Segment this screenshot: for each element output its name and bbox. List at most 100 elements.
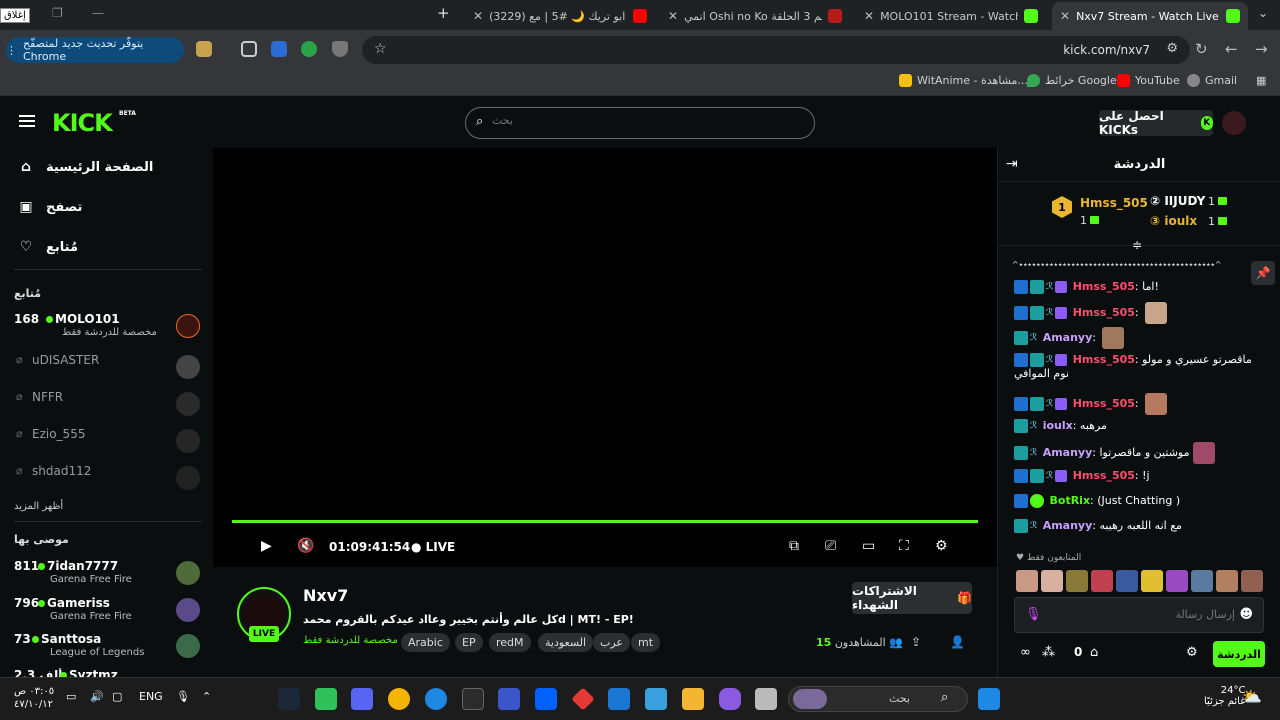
steam-icon[interactable] — [278, 688, 300, 710]
emote-button[interactable] — [1166, 570, 1188, 592]
sidebar-item-home[interactable]: ⌂ الصفحة الرئيسية — [18, 159, 153, 175]
emote-button[interactable] — [1141, 570, 1163, 592]
streamer-name[interactable]: Nxv7 — [303, 586, 348, 605]
language-indicator[interactable]: ENG — [139, 690, 163, 703]
recommended-channel[interactable]: 811 7idan7777 Garena Free Fire — [14, 559, 200, 591]
mute-icon[interactable]: 🔇 — [297, 538, 314, 554]
fullscreen-icon[interactable]: ⛶ — [899, 538, 909, 554]
microphone-icon[interactable]: 🎙 — [176, 690, 190, 703]
extensions-puzzle-icon[interactable] — [241, 41, 257, 57]
leaderboard-toggle-icon[interactable]: ≑ — [1132, 238, 1142, 252]
search-box[interactable]: ⌕ — [465, 107, 815, 139]
follow-user-icon[interactable]: 👤 — [950, 635, 965, 649]
tag-arabic[interactable]: Arabic — [401, 633, 450, 652]
emote-button[interactable] — [1016, 570, 1038, 592]
bookmark-maps[interactable]: خرائط Google — [1027, 74, 1117, 87]
minimize-window-icon[interactable]: — — [92, 6, 104, 20]
bookmark-youtube[interactable]: YouTube — [1117, 74, 1180, 87]
sidebar-item-browse[interactable]: ▣ تصفح — [18, 199, 82, 215]
kick-logo[interactable]: KICK — [52, 109, 113, 137]
app-icon[interactable] — [498, 688, 520, 710]
menu-hamburger-icon[interactable] — [19, 115, 35, 127]
discord-icon[interactable] — [351, 688, 373, 710]
file-explorer-icon[interactable] — [682, 688, 704, 710]
extension-badge-icon[interactable] — [301, 41, 317, 57]
microphone-icon[interactable]: 🎙 — [1025, 607, 1042, 623]
bookmark-star-icon[interactable]: ☆ — [374, 41, 387, 57]
battery-icon[interactable]: ▭ — [66, 690, 76, 703]
chrome-icon[interactable] — [388, 688, 410, 710]
following-channel-nffr[interactable]: ⌀ NFFR — [14, 390, 200, 422]
dropbox-icon[interactable] — [535, 688, 557, 710]
store-icon[interactable]: ⌂ — [1090, 645, 1098, 660]
leaderboard-user[interactable]: ③ ioulx — [1150, 214, 1197, 228]
close-tab-icon[interactable]: ✕ — [1060, 9, 1070, 23]
windows-start-icon[interactable] — [978, 688, 1000, 710]
user-avatar[interactable] — [1222, 111, 1246, 135]
tray-overflow-icon[interactable]: ⌃ — [202, 690, 211, 703]
gift-subs-button[interactable]: الاشتراكات الشهداء 🎁 — [852, 582, 972, 614]
tab-search-icon[interactable]: ⌄ — [1258, 6, 1268, 20]
video-player[interactable]: ▶ 🔇 01:09:41:54 ● LIVE ⧉ ⎚ ▭ ⛶ ⚙ — [213, 148, 997, 567]
pip-icon[interactable]: ⧉ — [789, 538, 799, 554]
close-tab-icon[interactable]: ✕ — [668, 9, 678, 23]
show-more-link[interactable]: أظهر المزيد — [14, 501, 63, 512]
close-tab-icon[interactable]: ✕ — [473, 9, 483, 23]
shield-icon[interactable] — [332, 41, 348, 57]
tab-anime[interactable]: ✕ انمي Oshi no Ko الموسم 3 الحلقة — [660, 2, 850, 30]
get-kicks-button[interactable]: احصل على KICKs K — [1099, 109, 1213, 137]
theater-mode-icon[interactable]: ▭ — [862, 538, 875, 554]
emote-button[interactable] — [1091, 570, 1113, 592]
apps-grid-icon[interactable]: ▦ — [1256, 74, 1266, 87]
tag-saudi[interactable]: السعودية — [538, 633, 594, 652]
close-tab-icon[interactable]: ✕ — [864, 9, 874, 23]
copilot-icon[interactable] — [719, 688, 741, 710]
emote-button[interactable] — [1241, 570, 1263, 592]
play-icon[interactable]: ▶ — [261, 538, 272, 554]
reload-icon[interactable]: ↻ — [1195, 40, 1208, 58]
stream-category[interactable]: مخصصة للدردشة فقط — [303, 635, 398, 646]
chat-input-box[interactable]: 🎙 ☻ — [1014, 597, 1264, 633]
progress-bar[interactable] — [232, 520, 978, 523]
chat-send-button[interactable]: الدردشة — [1213, 641, 1265, 667]
emote-button[interactable] — [1066, 570, 1088, 592]
emoji-icon[interactable]: ☻ — [1239, 607, 1253, 622]
restore-window-icon[interactable]: ❐ — [52, 6, 63, 20]
extension-icon[interactable] — [196, 41, 212, 57]
tab-nxv7[interactable]: ✕ Nxv7 Stream - Watch Live on Kick — [1052, 2, 1248, 30]
epic-games-icon[interactable] — [462, 688, 484, 710]
bookmark-witanime[interactable]: WitAnime - مشاهدة... — [899, 74, 1028, 87]
extension-icon[interactable] — [271, 41, 287, 57]
taskbar-clock[interactable]: ٠٣:٠٥ ص ٤٧/١٠/١٢ — [14, 685, 54, 711]
edge-icon[interactable] — [425, 688, 447, 710]
address-bar[interactable]: ☆ kick.com/nxv7 ⚙ — [362, 36, 1190, 64]
recommended-channel[interactable]: 796 Gameriss Garena Free Fire — [14, 596, 200, 628]
network-icon[interactable]: ▢ — [112, 690, 122, 703]
whatsapp-icon[interactable] — [315, 688, 337, 710]
tag-ep[interactable]: EP — [455, 633, 483, 652]
emote-button[interactable] — [1041, 570, 1063, 592]
taskbar-search[interactable]: بحث ⌕ — [788, 686, 968, 712]
following-channel-shdad112[interactable]: ⌀ shdad112 — [14, 464, 200, 496]
sidebar-item-following[interactable]: ♡ مُتابع — [18, 239, 78, 255]
app-icon[interactable] — [571, 687, 595, 711]
tag-arab[interactable]: عرب — [593, 633, 630, 652]
tab-molo101[interactable]: ✕ MOLO101 Stream - Watch Live — [856, 2, 1046, 30]
outlook-icon[interactable] — [608, 688, 630, 710]
chat-settings-icon[interactable]: ⚙ — [1186, 645, 1198, 660]
new-tab-button[interactable]: + — [437, 4, 450, 22]
following-channel-ezio555[interactable]: ⌀ Ezio_555 — [14, 427, 200, 459]
leaderboard-user[interactable]: ② IIJUDY — [1150, 194, 1205, 208]
emote-button[interactable] — [1116, 570, 1138, 592]
volume-icon[interactable]: 🔊 — [90, 690, 104, 703]
following-channel-molo101[interactable]: 168 MOLO101 مخصصة للدردشة فقط — [14, 312, 200, 344]
emote-button[interactable] — [1191, 570, 1213, 592]
emote-button[interactable] — [1216, 570, 1238, 592]
weather-widget[interactable]: 24°C غائم جزئيًا — [1204, 685, 1245, 707]
search-input[interactable] — [492, 114, 792, 127]
following-channel-udisaster[interactable]: ⌀ uDISASTER — [14, 353, 200, 385]
back-icon[interactable]: → — [1255, 40, 1268, 58]
leaderboard-user[interactable]: Hmss_505 — [1080, 196, 1148, 210]
app-icon[interactable] — [755, 688, 777, 710]
tag-redm[interactable]: redM — [489, 633, 531, 652]
